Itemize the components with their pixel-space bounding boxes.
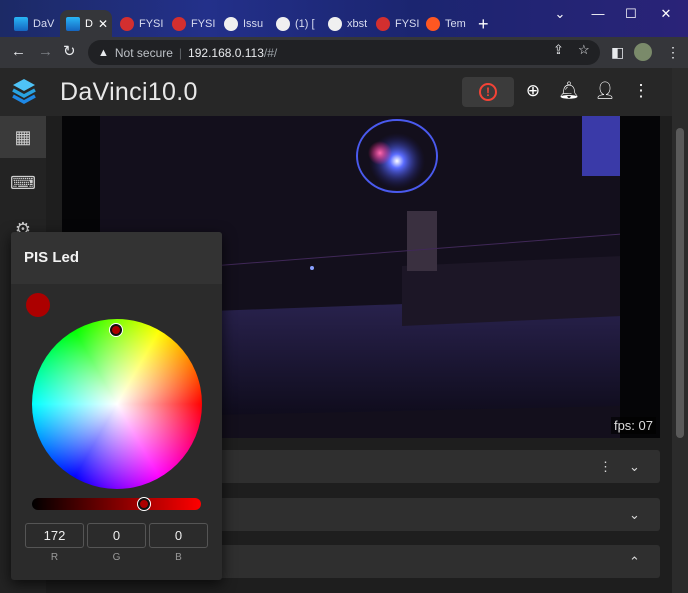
- browser-tab[interactable]: FYSI: [370, 10, 420, 37]
- github-favicon-icon: [328, 16, 342, 31]
- tab-title: D: [85, 17, 93, 30]
- green-value-input[interactable]: 0: [87, 523, 146, 548]
- tab-title: FYSI: [191, 17, 216, 30]
- tab-title: (1) [: [295, 17, 315, 30]
- tab-title: Tem: [445, 17, 466, 30]
- fys-favicon-icon: [120, 16, 134, 31]
- browser-tab-active[interactable]: D ✕: [60, 10, 112, 37]
- reload-icon[interactable]: ↻: [63, 43, 76, 61]
- davinci-logo-icon[interactable]: [12, 78, 36, 106]
- chevron-up-icon[interactable]: ⌃: [629, 554, 640, 570]
- browser-tab[interactable]: FYSI: [166, 10, 216, 37]
- davinci-favicon-icon: [14, 16, 28, 31]
- tab-title: FYSI: [139, 17, 164, 30]
- panel-menu-icon[interactable]: ⋮: [599, 459, 612, 475]
- green-label: G: [112, 552, 121, 563]
- warning-icon[interactable]: ▲: [98, 47, 109, 59]
- address-divider: |: [178, 45, 183, 60]
- red-label: R: [50, 552, 59, 563]
- browser-toolbar: ← → ↻ ▲ Not secure | 192.168.0.113/#/ ⇪ …: [0, 37, 688, 68]
- blue-label: B: [175, 552, 182, 563]
- dashboard-icon: ▦: [14, 126, 32, 147]
- browser-tab[interactable]: (1) [: [270, 10, 320, 37]
- nav-dashboard[interactable]: ▦: [0, 116, 46, 158]
- security-status[interactable]: Not secure: [115, 46, 173, 60]
- upload-icon[interactable]: ⊕: [522, 81, 544, 101]
- share-icon[interactable]: ⇪: [553, 42, 564, 58]
- url-host: 192.168.0.113: [188, 45, 264, 60]
- scrollbar-thumb[interactable]: [676, 128, 684, 438]
- browser-tab[interactable]: Tem: [420, 10, 470, 37]
- color-wheel[interactable]: [32, 319, 202, 489]
- color-picker-title: PIS Led: [24, 249, 80, 266]
- profile-avatar[interactable]: [634, 43, 652, 61]
- app-title: DaVinci10.0: [60, 78, 198, 106]
- fys-favicon-icon: [172, 16, 186, 31]
- emergency-stop-button[interactable]: !: [462, 77, 514, 107]
- color-wheel-handle[interactable]: [110, 324, 122, 336]
- app-menu-icon[interactable]: ⋮: [630, 81, 652, 101]
- fps-counter: fps: 07: [610, 417, 656, 434]
- close-tab-icon[interactable]: ✕: [98, 17, 108, 31]
- address-bar[interactable]: ▲ Not secure | 192.168.0.113/#/: [88, 40, 600, 65]
- tab-title: Issu: [243, 17, 264, 30]
- maximize-button[interactable]: ☐: [617, 4, 645, 24]
- forward-arrow-icon[interactable]: →: [38, 43, 53, 61]
- tab-search-icon[interactable]: ⌄: [546, 4, 574, 24]
- tab-title: FYSI: [395, 17, 420, 30]
- chevron-down-icon[interactable]: ⌄: [629, 507, 640, 523]
- emergency-stop-icon: !: [479, 83, 497, 101]
- browser-menu-icon[interactable]: ⋮: [666, 44, 680, 61]
- browser-tab[interactable]: DaV: [8, 10, 58, 37]
- chevron-down-icon[interactable]: ⌄: [629, 459, 640, 475]
- nav-console[interactable]: ⌨: [0, 162, 46, 204]
- side-panel-icon[interactable]: ◧: [611, 44, 624, 61]
- url-path: /#/: [263, 45, 278, 60]
- blue-value-input[interactable]: 0: [149, 523, 208, 548]
- fys-favicon-icon: [376, 16, 390, 31]
- minimize-button[interactable]: —: [584, 4, 612, 24]
- tab-title: xbst: [347, 17, 368, 30]
- new-tab-button[interactable]: +: [478, 14, 489, 35]
- console-icon: ⌨: [10, 172, 36, 193]
- browser-tab[interactable]: xbst: [322, 10, 372, 37]
- account-icon[interactable]: 👤︎: [594, 81, 616, 101]
- brightness-slider[interactable]: [32, 498, 201, 510]
- github-favicon-icon: [224, 16, 238, 31]
- app-header: DaVinci10.0 ! ⊕ 🔔︎ 👤︎ ⋮: [0, 68, 672, 116]
- github-favicon-icon: [276, 16, 290, 31]
- current-color-swatch: [26, 293, 50, 317]
- brightness-slider-handle[interactable]: [138, 498, 150, 510]
- notifications-bell-icon[interactable]: 🔔︎: [558, 81, 580, 101]
- browser-tab[interactable]: FYSI: [114, 10, 164, 37]
- back-arrow-icon[interactable]: ←: [11, 43, 26, 61]
- reddit-favicon-icon: [426, 16, 440, 31]
- tab-title: DaV: [33, 17, 55, 30]
- red-value-input[interactable]: 172: [25, 523, 84, 548]
- browser-tab-strip: DaV D ✕ FYSI FYSI Issu (1) [ xbst FYSI T…: [0, 0, 688, 37]
- browser-tab[interactable]: Issu: [218, 10, 268, 37]
- color-picker-header: PIS Led: [11, 232, 222, 284]
- close-window-button[interactable]: ✕: [652, 4, 680, 24]
- davinci-favicon-icon: [66, 16, 80, 31]
- bookmark-star-icon[interactable]: ☆: [578, 42, 590, 58]
- color-picker-dialog: PIS Led 172 0 0 R G B: [11, 232, 222, 580]
